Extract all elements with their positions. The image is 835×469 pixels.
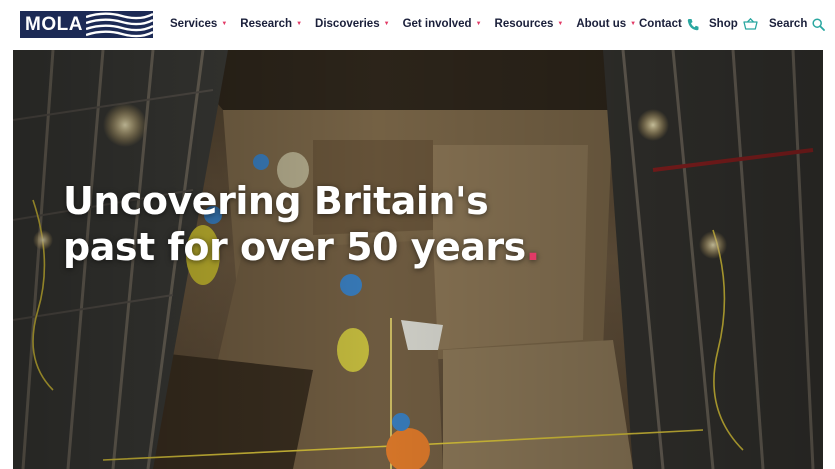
site-header: MOLA Services ▼ Research ▼ Discoveries ▼… [0,0,835,48]
nav-item-resources[interactable]: Resources ▼ [495,18,564,30]
search-label: Search [769,18,808,30]
nav-item-label: About us [576,18,627,30]
headline-line-1: Uncovering Britain's [63,179,489,223]
contact-label: Contact [639,18,682,30]
logo-waves-icon [86,12,153,38]
shop-label: Shop [709,18,738,30]
nav-item-get-involved[interactable]: Get involved ▼ [403,18,482,30]
nav-item-services[interactable]: Services ▼ [170,18,227,30]
contact-link[interactable]: Contact [639,0,699,48]
nav-item-about-us[interactable]: About us ▼ [576,18,636,30]
nav-item-label: Resources [494,18,554,30]
nav-item-research[interactable]: Research ▼ [240,18,302,30]
logo-wordmark: MOLA [25,13,83,35]
phone-icon [687,18,699,31]
chevron-down-icon: ▼ [630,21,637,27]
mola-logo[interactable]: MOLA [20,11,153,38]
nav-item-label: Discoveries [315,18,380,30]
headline-accent-dot: . [525,225,540,269]
basket-icon [743,18,758,30]
shop-link[interactable]: Shop [709,0,758,48]
nav-item-label: Services [170,18,218,30]
hero-banner: Uncovering Britain's past for over 50 ye… [13,50,823,469]
chevron-down-icon: ▼ [557,21,564,27]
search-link[interactable]: Search [769,0,826,48]
nav-item-label: Research [240,18,293,30]
chevron-down-icon: ▼ [221,21,228,27]
hero-headline: Uncovering Britain's past for over 50 ye… [63,178,540,270]
nav-item-discoveries[interactable]: Discoveries ▼ [315,18,390,30]
chevron-down-icon: ▼ [475,21,482,27]
chevron-down-icon: ▼ [383,21,390,27]
chevron-down-icon: ▼ [296,21,303,27]
main-nav: Services ▼ Research ▼ Discoveries ▼ Get … [170,0,649,48]
nav-item-label: Get involved [402,18,472,30]
search-icon [812,17,826,31]
headline-line-2: past for over 50 years [63,225,526,269]
